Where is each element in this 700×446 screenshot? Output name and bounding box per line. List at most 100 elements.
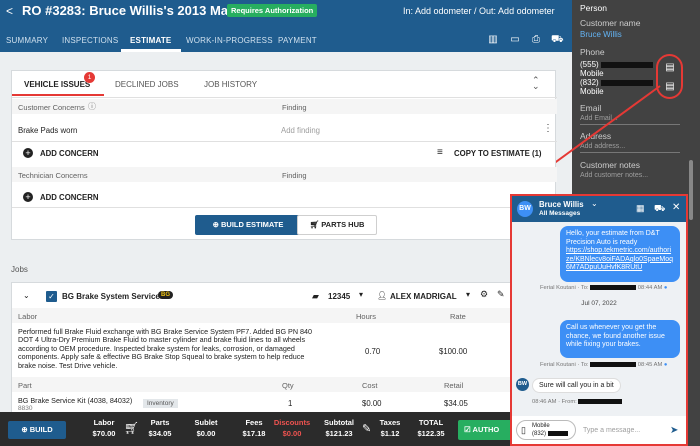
- concern-brake-pads[interactable]: Brake Pads worn: [18, 126, 77, 135]
- technician-select[interactable]: ALEX MADRIGAL: [390, 292, 457, 301]
- send-icon[interactable]: ➤: [670, 425, 678, 436]
- expand-chevron-icon[interactable]: ⌄: [23, 291, 30, 300]
- subtotal-label: Subtotal: [324, 418, 354, 427]
- labor-guide-icon[interactable]: ⚙: [480, 289, 488, 300]
- scrollbar[interactable]: [689, 160, 693, 220]
- add-icon-2[interactable]: +: [23, 192, 33, 202]
- tab-estimate[interactable]: ESTIMATE: [130, 36, 171, 45]
- chevron-down-icon-2[interactable]: ▾: [466, 290, 470, 299]
- discounts-total: Discounts $0.00: [272, 417, 312, 439]
- avatar: BW: [517, 201, 533, 217]
- tab-inspections[interactable]: INSPECTIONS: [62, 36, 118, 45]
- fees-label: Fees: [245, 418, 263, 427]
- copy-list-icon[interactable]: ≡: [437, 147, 443, 158]
- cart-icon: 🛒︎: [309, 220, 322, 229]
- labor-hours[interactable]: 0.70: [365, 347, 380, 356]
- chart-icon[interactable]: ▥: [487, 34, 499, 45]
- sublet-label: Sublet: [194, 418, 218, 427]
- chat-filter-label[interactable]: All Messages: [539, 210, 580, 217]
- add-technician-concern-button[interactable]: ADD CONCERN: [40, 193, 98, 202]
- close-icon[interactable]: ✕: [672, 202, 680, 213]
- part-cost[interactable]: $0.00: [362, 399, 382, 408]
- help-icon[interactable]: ⓘ: [88, 101, 96, 112]
- phone-1[interactable]: (555): [580, 60, 653, 69]
- finding-column-label: Finding: [282, 103, 307, 112]
- phone-1-type: Mobile: [580, 69, 604, 78]
- more-options-icon[interactable]: ⋮: [543, 123, 553, 134]
- customer-name-link[interactable]: Bruce Willis: [580, 30, 622, 39]
- divider: [12, 141, 557, 142]
- collapse-icon[interactable]: ⌃ ⌄: [532, 76, 540, 91]
- tab-job-history[interactable]: JOB HISTORY: [204, 80, 257, 89]
- message-text: Hello, your estimate from D&T Precision …: [566, 230, 660, 246]
- parts-hub-button[interactable]: 🛒︎ PARTS HUB: [297, 215, 377, 235]
- tab-payment[interactable]: PAYMENT: [278, 36, 317, 45]
- message-meta-3: 08:46 AM · From:: [532, 399, 623, 405]
- technician-icon: 👤︎: [377, 291, 388, 300]
- chevron-down-icon[interactable]: ⌄: [591, 199, 598, 208]
- phone-selector[interactable]: ▯ Mobile (832): [516, 420, 576, 440]
- technician-concerns-header: Technician Concerns Finding: [12, 167, 557, 182]
- job-checkbox[interactable]: ✓: [46, 291, 57, 302]
- discounts-value: $0.00: [282, 429, 302, 438]
- car-icon[interactable]: ⛟: [551, 34, 564, 45]
- part-number: 8830: [18, 405, 33, 412]
- parts-value: $34.05: [148, 429, 172, 438]
- tab-work-in-progress[interactable]: WORK-IN-PROGRESS: [186, 36, 273, 45]
- build-estimate-button[interactable]: ⊕ BUILD ESTIMATE: [195, 215, 301, 235]
- edit-pencil-icon[interactable]: ✎: [362, 422, 371, 435]
- fees-value: $17.18: [242, 429, 266, 438]
- copy-to-estimate-button[interactable]: COPY TO ESTIMATE (1): [454, 149, 542, 158]
- labor-rate[interactable]: $100.00: [439, 347, 467, 356]
- labor-description[interactable]: Performed full Brake Fluid exchange with…: [18, 327, 314, 370]
- subtotal-total: Subtotal $121.23: [320, 417, 358, 439]
- odometer-field[interactable]: In: Add odometer / Out: Add odometer: [403, 6, 555, 16]
- add-icon[interactable]: +: [23, 148, 33, 158]
- calendar-icon[interactable]: ▦: [636, 203, 645, 214]
- parts-total: Parts $34.05: [144, 417, 176, 439]
- labor-col: Labor: [18, 312, 38, 321]
- part-retail[interactable]: $34.05: [444, 399, 468, 408]
- tab-summary[interactable]: SUMMARY: [6, 36, 48, 45]
- finding-input[interactable]: Add finding: [281, 126, 320, 135]
- issues-count-badge: 1: [84, 72, 95, 83]
- job-name[interactable]: BG Brake System Service: [62, 292, 160, 301]
- chat-contact-name[interactable]: Bruce Willis: [539, 200, 584, 209]
- job-number[interactable]: 12345: [328, 292, 350, 301]
- chat-messages: Hello, your estimate from D&T Precision …: [512, 222, 686, 416]
- phone-number: (832): [532, 431, 568, 437]
- contact-avatar: BW: [516, 378, 529, 391]
- car-icon[interactable]: ⛟: [654, 203, 665, 215]
- customer-name-label: Customer name: [580, 18, 641, 28]
- message-input[interactable]: Type a message...: [583, 427, 640, 434]
- message-icon[interactable]: ▭: [509, 34, 521, 45]
- tab-vehicle-issues[interactable]: VEHICLE ISSUES: [24, 80, 90, 89]
- message-meta: Ferial Koutani · To: 08:44 AM ●: [540, 285, 668, 292]
- qty-col: Qty: [282, 381, 294, 390]
- cost-col: Cost: [362, 381, 378, 390]
- jobs-section-label: Jobs: [11, 265, 28, 274]
- add-concern-button[interactable]: ADD CONCERN: [40, 149, 98, 158]
- part-name[interactable]: BG Brake Service Kit (4038, 84032): [18, 396, 132, 405]
- job-card: ⌄ ✓ BG Brake System Service BG ▰ 12345 ▾…: [11, 282, 556, 414]
- person-label: Person: [580, 3, 607, 13]
- back-arrow-icon[interactable]: <: [6, 5, 13, 17]
- labor-header: Labor Hours Rate: [12, 308, 555, 323]
- sublet-value: $0.00: [196, 429, 216, 438]
- part-qty[interactable]: 1: [288, 399, 292, 408]
- estimate-link[interactable]: https://shop.tekmetric.com/authorize/KBN…: [566, 247, 674, 273]
- taxes-value: $1.12: [380, 429, 400, 438]
- authorize-button[interactable]: ☑ AUTHO: [458, 420, 512, 440]
- cart-icon[interactable]: 🛒︎: [124, 421, 139, 435]
- phone-icon: ▯: [521, 425, 526, 435]
- edit-icon[interactable]: ✎: [497, 289, 505, 300]
- retail-col: Retail: [444, 381, 464, 390]
- chevron-down-icon[interactable]: ▾: [359, 290, 363, 299]
- print-icon[interactable]: ⎙: [530, 34, 542, 45]
- customer-concerns-label: Customer Concerns: [18, 103, 85, 112]
- build-button[interactable]: ⊕ BUILD: [8, 421, 66, 439]
- date-separator: Jul 07, 2022: [581, 300, 617, 307]
- divider: [12, 97, 557, 98]
- tab-declined-jobs[interactable]: DECLINED JOBS: [115, 80, 179, 89]
- subtotal-value: $121.23: [325, 429, 353, 438]
